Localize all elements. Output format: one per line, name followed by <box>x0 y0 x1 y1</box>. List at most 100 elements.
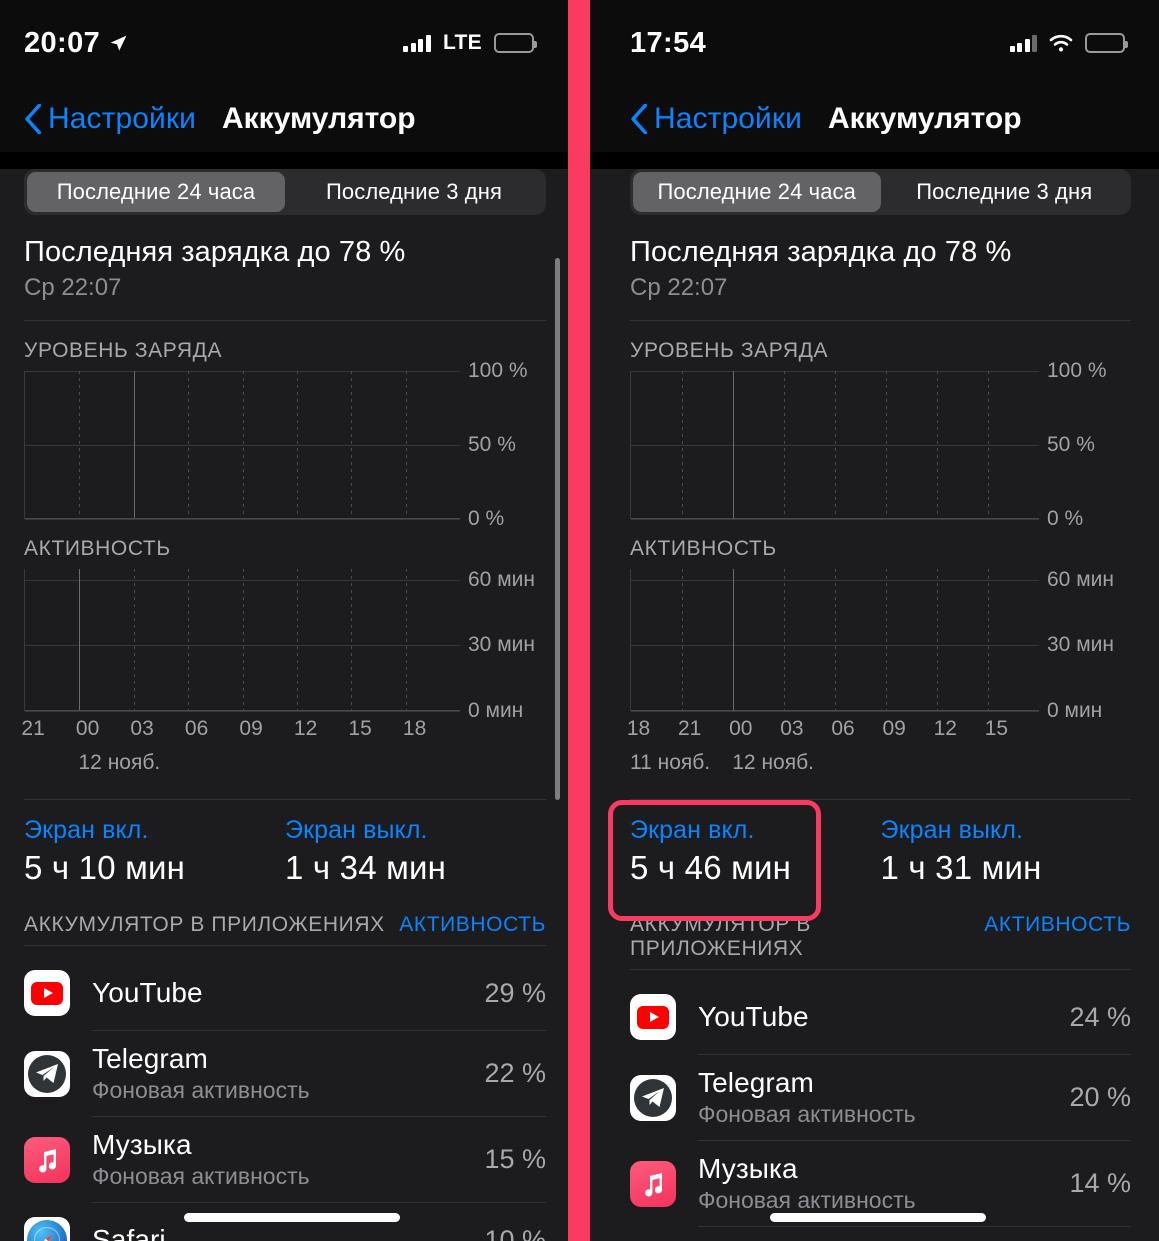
x-tick-label: 09 <box>239 717 263 740</box>
tab-last-3-days[interactable]: Последние 3 дня <box>285 172 543 212</box>
y-tick-label: 60 мин <box>1047 567 1114 591</box>
screen-on-value: 5 ч 10 мин <box>24 849 186 886</box>
activity-section-label: АКТИВНОСТЬ <box>630 537 777 560</box>
gridline <box>25 519 460 520</box>
tab-last-24-hours[interactable]: Последние 24 часа <box>27 172 285 212</box>
back-button[interactable]: Настройки <box>630 102 802 136</box>
youtube-icon <box>630 994 676 1040</box>
list-item[interactable]: Telegram Фоновая активность 22 % <box>24 1031 546 1116</box>
back-button[interactable]: Настройки <box>24 102 196 136</box>
list-item[interactable]: YouTube 29 % <box>24 956 546 1030</box>
battery-level-y-axis: 0 % 50 % 100 % <box>1039 359 1131 530</box>
screen-off-value: 1 ч 31 мин <box>880 849 1042 886</box>
screen-off-cell: Экран выкл. 1 ч 34 мин <box>285 816 546 887</box>
nav-bar: Настройки Аккумулятор <box>590 86 1159 152</box>
last-charge-title: Последняя зарядка до 78 % <box>630 236 1012 268</box>
x-tick-label: 00 <box>729 717 753 740</box>
app-name: YouTube <box>92 977 203 1008</box>
back-label: Настройки <box>48 102 196 135</box>
app-name: Музыка <box>92 1129 192 1160</box>
scrollbar-thumb[interactable] <box>555 258 560 800</box>
axis-baseline <box>631 710 1039 711</box>
date-label: 12 нояб. <box>732 751 814 774</box>
youtube-icon <box>24 970 70 1016</box>
activity-plot <box>24 569 460 712</box>
status-left: 17:54 <box>630 27 706 60</box>
activity-x-axis: 21 00 03 06 09 12 15 18 <box>21 717 460 747</box>
list-item[interactable]: Safari 10 % <box>24 1203 546 1241</box>
screen-on-value: 5 ч 46 мин <box>630 849 792 886</box>
apps-header-activity-toggle[interactable]: АКТИВНОСТЬ <box>399 913 546 937</box>
x-tick-label: 15 <box>348 717 372 740</box>
app-battery-percent: 15 % <box>484 1144 546 1174</box>
apps-header-left: АККУМУЛЯТОР В ПРИЛОЖЕНИЯХ <box>24 913 385 936</box>
telegram-icon <box>630 1074 676 1121</box>
last-charge-title: Последняя зарядка до 78 % <box>24 236 406 268</box>
chevron-left-icon <box>25 104 41 134</box>
activity-x-axis: 18 21 00 03 06 09 12 15 <box>627 717 1039 747</box>
apps-header-activity-toggle[interactable]: АКТИВНОСТЬ <box>984 913 1131 937</box>
status-left: 20:07 <box>24 27 128 60</box>
x-tick-label: 03 <box>130 717 154 740</box>
screen-off-cell: Экран выкл. 1 ч 31 мин <box>881 816 1132 887</box>
battery-bars <box>631 371 1039 518</box>
list-item[interactable]: Telegram Фоновая активность 20 % <box>630 1055 1131 1140</box>
activity-y-axis: 0 мин 30 мин 60 мин <box>1039 567 1131 722</box>
app-info: Музыка Фоновая активность <box>92 1129 484 1190</box>
battery-low-icon <box>494 33 537 53</box>
screen-time-summary: Экран вкл. 5 ч 10 мин Экран выкл. 1 ч 34… <box>24 816 546 887</box>
list-item[interactable]: YouTube 24 % <box>630 980 1131 1054</box>
screen-on-cell: Экран вкл. 5 ч 46 мин <box>630 816 881 887</box>
network-type-label: LTE <box>442 31 482 54</box>
last-charge-subtitle: Ср 22:07 <box>630 274 728 301</box>
telegram-icon <box>24 1050 70 1097</box>
app-battery-percent: 10 % <box>484 1224 546 1241</box>
y-tick-label: 0 % <box>1047 507 1084 530</box>
tab-last-3-days[interactable]: Последние 3 дня <box>881 172 1129 212</box>
phone-screenshot-right: 17:54 Настройки Аккумулятор Последние 24… <box>590 0 1159 1241</box>
x-tick-label: 12 <box>293 717 318 740</box>
list-item[interactable]: Музыка Фоновая активность 15 % <box>24 1117 546 1202</box>
y-tick-label: 50 % <box>1047 433 1095 456</box>
safari-icon <box>24 1217 70 1241</box>
apps-section-header: АККУМУЛЯТОР В ПРИЛОЖЕНИЯХ АКТИВНОСТЬ <box>24 913 546 937</box>
screen-on-caption: Экран вкл. <box>630 816 755 844</box>
battery-usage-app-list: YouTube 24 % Telegram Фоновая активность 20 … <box>630 980 1131 1241</box>
app-info: YouTube <box>92 977 484 1009</box>
app-name: Telegram <box>698 1067 814 1098</box>
gridline <box>631 711 1039 712</box>
divider-line-3 <box>24 945 546 946</box>
tab-last-24-hours[interactable]: Последние 24 часа <box>633 172 881 212</box>
axis-baseline <box>25 518 460 519</box>
status-bar: 20:07 LTE <box>0 0 568 86</box>
x-tick-label: 15 <box>984 717 1009 740</box>
divider-line-3 <box>630 969 1131 970</box>
app-name: YouTube <box>698 1001 809 1032</box>
app-battery-percent: 14 % <box>1069 1168 1131 1198</box>
y-tick-label: 60 мин <box>468 567 535 591</box>
y-tick-label: 0 мин <box>1047 699 1103 722</box>
app-battery-percent: 20 % <box>1069 1082 1131 1112</box>
nav-bar: Настройки Аккумулятор <box>0 86 568 152</box>
activity-date-axis: 11 нояб. 12 нояб. <box>630 751 1039 781</box>
x-tick-label: 12 <box>933 717 957 740</box>
axis-baseline <box>25 710 460 711</box>
phone-screenshot-left: 20:07 LTE Настройки Аккумулятор Последни… <box>0 0 568 1241</box>
time-range-segmented-control[interactable]: Последние 24 часа Последние 3 дня <box>24 169 546 215</box>
battery-usage-app-list: YouTube 29 % Telegram Фоновая активность 22 … <box>24 956 546 1241</box>
time-range-segmented-control[interactable]: Последние 24 часа Последние 3 дня <box>630 169 1131 215</box>
last-charge-subtitle: Ср 22:07 <box>24 274 122 301</box>
x-tick-label: 06 <box>184 717 209 740</box>
battery-level-chart: 0 % 50 % 100 % <box>630 359 1131 530</box>
app-info: Safari <box>92 1224 484 1241</box>
battery-level-chart: 0 % 50 % 100 % <box>24 359 546 530</box>
x-tick-label: 00 <box>75 717 100 740</box>
activity-date-axis: 12 нояб. <box>24 751 460 781</box>
status-time: 20:07 <box>24 26 101 59</box>
x-tick-label: 03 <box>780 717 804 740</box>
app-subtitle: Фоновая активность <box>698 1187 916 1213</box>
apps-section-header: АККУМУЛЯТОР В ПРИЛОЖЕНИЯХ АКТИВНОСТЬ <box>630 913 1131 961</box>
list-item[interactable]: Safari13 % <box>630 1227 1131 1241</box>
panel-divider <box>568 0 590 1241</box>
gridline <box>25 711 460 712</box>
